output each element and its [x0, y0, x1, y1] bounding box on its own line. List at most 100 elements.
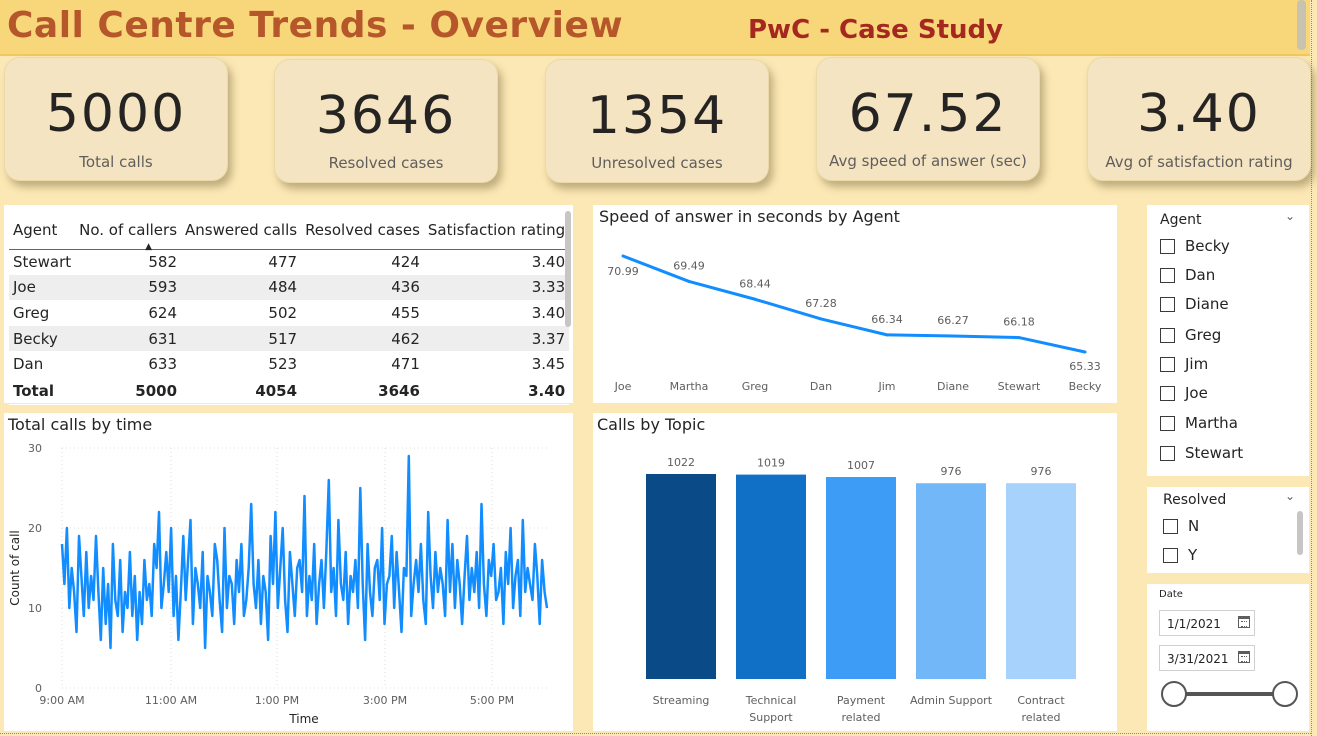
kpi-card-unresolved-cases[interactable]: 1354 Unresolved cases — [545, 59, 769, 183]
table-cell: 523 — [181, 351, 302, 378]
column-header-resolved[interactable]: Resolved cases — [301, 213, 424, 250]
bar — [826, 477, 896, 679]
kpi-value: 3646 — [315, 86, 457, 146]
table-scrollbar[interactable] — [565, 211, 571, 327]
table-row[interactable]: Joe 593 484 436 3.33 — [9, 274, 570, 301]
table-cell: Becky — [9, 325, 76, 352]
table-row[interactable]: Stewart 582 477 424 3.40 — [9, 249, 570, 276]
slicer-item-label: Jim — [1185, 355, 1209, 373]
sort-descending-icon: ▲ — [145, 241, 153, 252]
kpi-card-resolved-cases[interactable]: 3646 Resolved cases — [274, 59, 498, 183]
calendar-icon[interactable] — [1238, 616, 1250, 628]
slicer-item-label: Greg — [1185, 326, 1222, 344]
table-row[interactable]: Dan 633 523 471 3.45 — [9, 351, 570, 378]
slicer-item-martha[interactable]: Martha — [1160, 413, 1238, 433]
kpi-label: Unresolved cases — [591, 154, 723, 172]
kpi-card-total-calls[interactable]: 5000 Total calls — [4, 57, 228, 181]
start-date-input[interactable]: 1/1/2021 — [1159, 610, 1255, 636]
slicer-item-label: N — [1188, 517, 1200, 535]
table-cell: Greg — [9, 300, 76, 327]
checkbox[interactable] — [1163, 518, 1178, 534]
slicer-item-greg[interactable]: Greg — [1160, 325, 1221, 345]
agent-slicer: Agent ⌄ Becky Dan Diane Greg Jim Joe Mar… — [1147, 205, 1309, 476]
kpi-card-avg-satisfaction[interactable]: 3.40 Avg of satisfaction rating — [1087, 57, 1311, 181]
slicer-item-jim[interactable]: Jim — [1160, 354, 1208, 374]
date-range-track[interactable] — [1177, 692, 1287, 696]
table-cell: 593 — [75, 274, 182, 301]
slicer-item-joe[interactable]: Joe — [1160, 383, 1208, 403]
data-label: 1022 — [667, 456, 695, 469]
data-point — [819, 317, 823, 321]
table-cell: 5000 — [75, 376, 182, 406]
date-range-end-handle[interactable] — [1272, 681, 1298, 707]
data-label: 976 — [941, 465, 962, 478]
chevron-down-icon[interactable]: ⌄ — [1285, 209, 1295, 223]
x-tick-label: related — [1022, 711, 1061, 724]
y-tick-label: 30 — [28, 442, 42, 455]
checkbox[interactable] — [1160, 385, 1175, 401]
calendar-icon[interactable] — [1238, 651, 1250, 663]
x-tick-label: Dan — [810, 380, 832, 393]
topic-bar-chart[interactable]: 1022 Streaming 1019 Technical Support 1007 Pay… — [593, 413, 1117, 731]
checkbox[interactable] — [1160, 238, 1175, 254]
x-tick-label: Jim — [877, 380, 895, 393]
checkbox[interactable] — [1160, 296, 1175, 312]
table-row[interactable]: Greg 624 502 455 3.40 — [9, 300, 570, 327]
data-label: 67.28 — [805, 297, 837, 310]
table-cell: 3.33 — [423, 274, 570, 301]
date-range-start-handle[interactable] — [1161, 681, 1187, 707]
slicer-item-label: Joe — [1185, 384, 1208, 402]
checkbox[interactable] — [1160, 356, 1175, 372]
checkbox[interactable] — [1163, 547, 1178, 563]
kpi-card-avg-speed[interactable]: 67.52 Avg speed of answer (sec) — [816, 57, 1040, 181]
table-cell: 471 — [301, 351, 424, 378]
slicer-item-dan[interactable]: Dan — [1160, 265, 1215, 285]
resolved-slicer: Resolved ⌄ N Y — [1147, 487, 1309, 573]
slicer-item-becky[interactable]: Becky — [1160, 236, 1230, 256]
x-tick-label: Streaming — [653, 694, 710, 707]
date-slicer: Date 1/1/2021 3/31/2021 — [1147, 584, 1309, 731]
column-header-answered[interactable]: Answered calls — [181, 213, 302, 250]
slicer-item-n[interactable]: N — [1163, 516, 1199, 536]
checkbox[interactable] — [1160, 445, 1175, 461]
data-label: 976 — [1031, 465, 1052, 478]
time-line-chart[interactable]: 01020309:00 AM 11:00 AM 1:00 PM 3:00 PM 5:00… — [4, 413, 573, 731]
slicer-scrollbar[interactable] — [1297, 511, 1303, 555]
page-scrollbar[interactable] — [1297, 0, 1306, 50]
end-date-input[interactable]: 3/31/2021 — [1159, 645, 1255, 671]
slicer-item-diane[interactable]: Diane — [1160, 294, 1229, 314]
x-tick-label: 5:00 PM — [470, 694, 514, 707]
slicer-item-stewart[interactable]: Stewart — [1160, 443, 1243, 463]
report-header: Call Centre Trends - Overview PwC - Case… — [0, 0, 1310, 56]
column-header-callers[interactable]: No. of callers ▲ — [75, 213, 182, 252]
slicer-item-label: Dan — [1185, 266, 1216, 284]
data-label: 69.49 — [673, 259, 705, 272]
data-point — [951, 334, 955, 338]
bar — [736, 474, 806, 679]
slicer-title: Agent — [1160, 212, 1202, 228]
slicer-item-y[interactable]: Y — [1163, 545, 1197, 565]
kpi-label: Avg speed of answer (sec) — [829, 152, 1027, 170]
table-cell: 436 — [301, 274, 424, 301]
speed-line-chart[interactable]: 70.99 Joe 69.49 Martha 68.44 Greg 67.28 Dan 66.3… — [593, 205, 1117, 403]
table-cell: 455 — [301, 300, 424, 327]
x-tick-label: Technical — [745, 694, 797, 707]
x-tick-label: Becky — [1069, 380, 1102, 393]
chevron-down-icon[interactable]: ⌄ — [1285, 489, 1295, 503]
kpi-label: Total calls — [79, 153, 153, 171]
x-tick-label: related — [842, 711, 881, 724]
column-header-satisfaction[interactable]: Satisfaction rating — [423, 213, 570, 250]
checkbox[interactable] — [1160, 267, 1175, 283]
table-row[interactable]: Becky 631 517 462 3.37 — [9, 325, 570, 352]
kpi-value: 5000 — [45, 84, 187, 144]
table-cell: Total — [9, 376, 76, 406]
speed-chart-panel: Speed of answer in seconds by Agent 70.9… — [593, 205, 1117, 403]
checkbox[interactable] — [1160, 327, 1175, 343]
bar — [646, 474, 716, 679]
x-tick-label: 1:00 PM — [255, 694, 299, 707]
column-header-agent[interactable]: Agent — [9, 213, 76, 250]
x-tick-label: Stewart — [998, 380, 1041, 393]
table-cell: 484 — [181, 274, 302, 301]
table-cell: 517 — [181, 325, 302, 352]
checkbox[interactable] — [1160, 415, 1175, 431]
